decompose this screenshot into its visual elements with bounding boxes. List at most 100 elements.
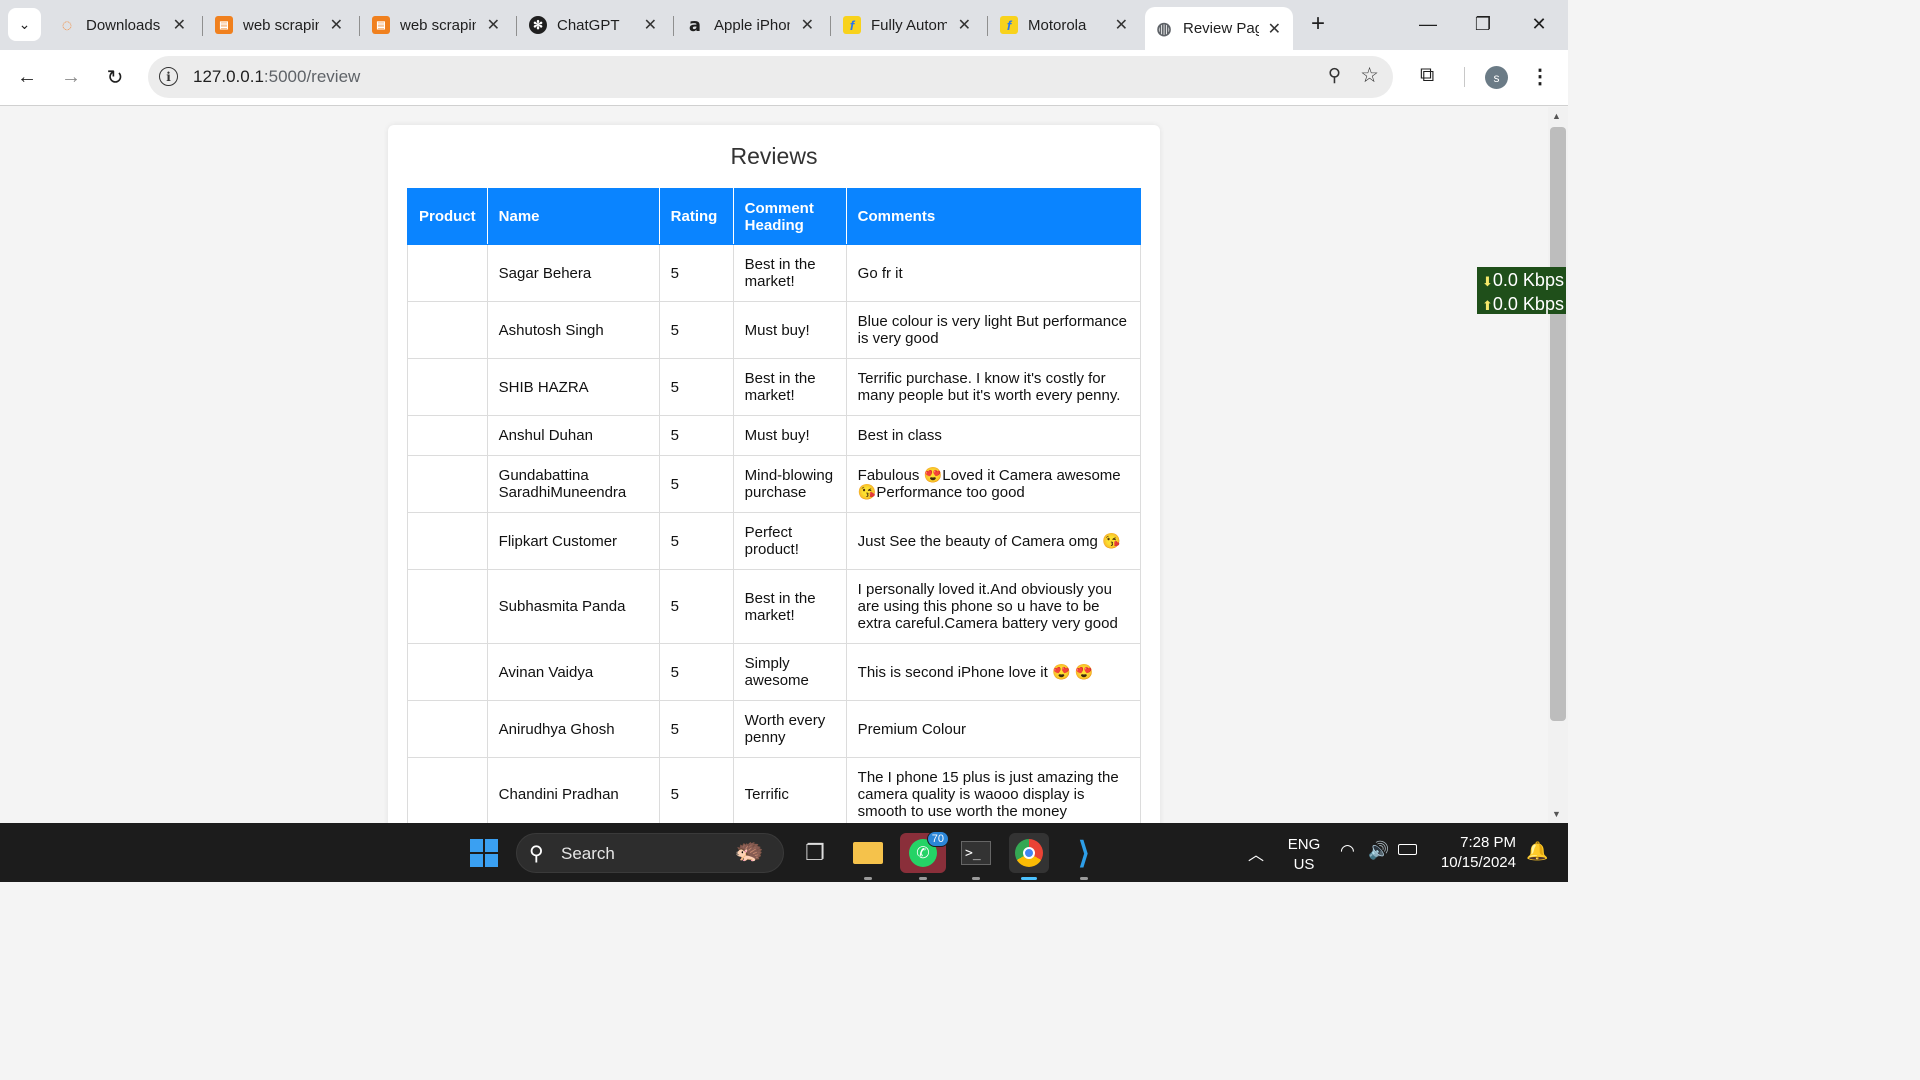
forward-button[interactable]: → <box>56 62 86 92</box>
arrow-left-icon: ← <box>17 65 37 88</box>
cell-product <box>407 455 488 513</box>
table-row: Chandini Pradhan 5 Terrific The I phone … <box>407 757 1142 823</box>
reload-button[interactable]: ↻ <box>100 62 130 92</box>
address-bar[interactable]: i 127.0.0.1:5000/review ⚲ ☆ <box>148 56 1393 98</box>
terminal-button[interactable]: >_ <box>956 833 996 880</box>
column-header-comments: Comments <box>845 188 1142 245</box>
window-close-button[interactable]: ✕ <box>1524 10 1554 38</box>
tab-web-scraping-2[interactable]: ▤ web scraping ✕ <box>362 7 512 43</box>
wifi-icon[interactable]: ◠ <box>1340 841 1355 861</box>
scroll-thumb[interactable] <box>1550 127 1566 721</box>
page-scrollbar[interactable]: ▲ ▼ <box>1548 107 1568 823</box>
chrome-button[interactable] <box>1009 833 1049 880</box>
task-view-icon: ❐ <box>805 840 825 865</box>
table-row: Gundabattina SaradhiMuneendra 5 Mind-blo… <box>407 455 1142 513</box>
close-icon[interactable]: ✕ <box>958 15 971 35</box>
cell-rating: 5 <box>658 757 734 823</box>
battery-icon[interactable] <box>1398 842 1417 859</box>
file-explorer-button[interactable] <box>848 833 888 880</box>
back-button[interactable]: ← <box>12 62 42 92</box>
site-info-icon[interactable]: i <box>159 67 178 86</box>
cell-name: Anirudhya Ghosh <box>486 700 660 758</box>
restore-icon: ❐ <box>1474 13 1492 34</box>
table-header-row: Product Name Rating Comment Heading Comm… <box>407 188 1142 245</box>
menu-kebab-icon[interactable]: ⋮ <box>1530 64 1550 89</box>
tab-downloads[interactable]: ◌ Downloads ✕ <box>48 7 198 43</box>
cell-product <box>407 358 488 416</box>
cell-product <box>407 512 488 570</box>
cell-name: Avinan Vaidya <box>486 643 660 701</box>
start-button[interactable] <box>464 833 504 873</box>
download-arrow-icon: ⬇ <box>1482 274 1493 289</box>
tab-motorola[interactable]: f Motorola ✕ <box>990 7 1140 43</box>
close-icon[interactable]: ✕ <box>487 15 500 35</box>
cell-product <box>407 643 488 701</box>
cell-heading: Terrific <box>732 757 847 823</box>
cell-comment: Terrific purchase. I know it's costly fo… <box>845 358 1142 416</box>
column-header-rating: Rating <box>658 188 734 245</box>
tab-separator <box>202 16 203 36</box>
system-clock[interactable]: 7:28 PM 10/15/2024 <box>1430 833 1516 873</box>
chrome-icon <box>1015 839 1043 867</box>
tab-fully-automatic[interactable]: f Fully Automatic ✕ <box>833 7 983 43</box>
tab-search-button[interactable]: ⌄ <box>8 8 41 41</box>
tab-chatgpt[interactable]: ✻ ChatGPT ✕ <box>519 7 669 43</box>
download-speed-row: ⬇0.0 Kbps <box>1482 270 1564 290</box>
cell-heading: Worth every penny <box>732 700 847 758</box>
restore-button[interactable]: ❐ <box>1468 10 1498 38</box>
scroll-down-arrow-icon[interactable]: ▼ <box>1552 809 1561 819</box>
downloads-icon: ◌ <box>61 14 73 35</box>
bookmark-star-icon[interactable]: ☆ <box>1360 63 1379 88</box>
tab-strip: ⌄ ◌ Downloads ✕ ▤ web scraping ✕ ▤ web s… <box>0 0 1568 50</box>
plus-icon: + <box>1310 10 1325 37</box>
cell-comment: Just See the beauty of Camera omg 😘 <box>845 512 1142 570</box>
cell-rating: 5 <box>658 643 734 701</box>
extensions-icon[interactable]: ⧉ <box>1420 64 1434 87</box>
language-indicator[interactable]: ENG US <box>1286 835 1322 875</box>
scroll-up-arrow-icon[interactable]: ▲ <box>1552 111 1561 121</box>
cell-comment: Go fr it <box>845 244 1142 302</box>
vscode-icon: ⟩ <box>1078 836 1090 870</box>
cell-name: Chandini Pradhan <box>486 757 660 823</box>
url-text[interactable]: 127.0.0.1:5000/review <box>193 67 360 87</box>
task-view-button[interactable]: ❐ <box>795 833 835 873</box>
cell-comment: Best in class <box>845 415 1142 456</box>
running-indicator <box>1080 877 1088 880</box>
tab-web-scraping-1[interactable]: ▤ web scraping ✕ <box>205 7 355 43</box>
notification-bell-icon[interactable]: 🔔 <box>1526 841 1548 862</box>
chrome-center <box>1023 847 1035 859</box>
table-row: Anshul Duhan 5 Must buy! Best in class <box>407 415 1142 456</box>
cell-rating: 5 <box>658 569 734 644</box>
close-icon[interactable]: ✕ <box>1115 15 1128 35</box>
taskbar-search[interactable]: ⚲ Search 🦔 <box>516 833 784 873</box>
tray-overflow-chevron-icon[interactable]: ︿ <box>1248 841 1264 865</box>
close-icon[interactable]: ✕ <box>1268 19 1281 39</box>
table-row: Subhasmita Panda 5 Best in the market! I… <box>407 569 1142 644</box>
new-tab-button[interactable]: + <box>1304 10 1332 38</box>
profile-avatar[interactable]: s <box>1485 66 1508 89</box>
close-icon[interactable]: ✕ <box>330 15 343 35</box>
whatsapp-button[interactable]: ✆ 70 <box>900 831 949 880</box>
cell-heading: Perfect product! <box>732 512 847 570</box>
close-icon[interactable]: ✕ <box>173 15 186 35</box>
running-indicator <box>972 877 980 880</box>
notification-badge: 70 <box>926 831 949 847</box>
volume-icon[interactable]: 🔊 <box>1368 841 1389 861</box>
minimize-icon: — <box>1419 13 1437 34</box>
running-indicator <box>919 877 927 880</box>
close-icon[interactable]: ✕ <box>644 15 657 35</box>
zoom-icon[interactable]: ⚲ <box>1328 65 1341 86</box>
cell-name: Subhasmita Panda <box>486 569 660 644</box>
tab-separator <box>516 16 517 36</box>
cell-name: Flipkart Customer <box>486 512 660 570</box>
tab-apple-iphone[interactable]: a Apple iPhone ✕ <box>676 7 826 43</box>
tab-review-page[interactable]: ◍ Review Page ✕ <box>1145 7 1293 50</box>
vscode-button[interactable]: ⟩ <box>1064 833 1104 880</box>
tab-separator <box>359 16 360 36</box>
minimize-button[interactable]: — <box>1413 10 1443 38</box>
windows-taskbar: ⚲ Search 🦔 ❐ ✆ 70 >_ ⟩ ︿ ENG US ◠ 🔊 7:28… <box>0 823 1568 882</box>
cell-product <box>407 301 488 359</box>
cell-name: SHIB HAZRA <box>486 358 660 416</box>
tab-separator <box>673 16 674 36</box>
close-icon[interactable]: ✕ <box>801 15 814 35</box>
